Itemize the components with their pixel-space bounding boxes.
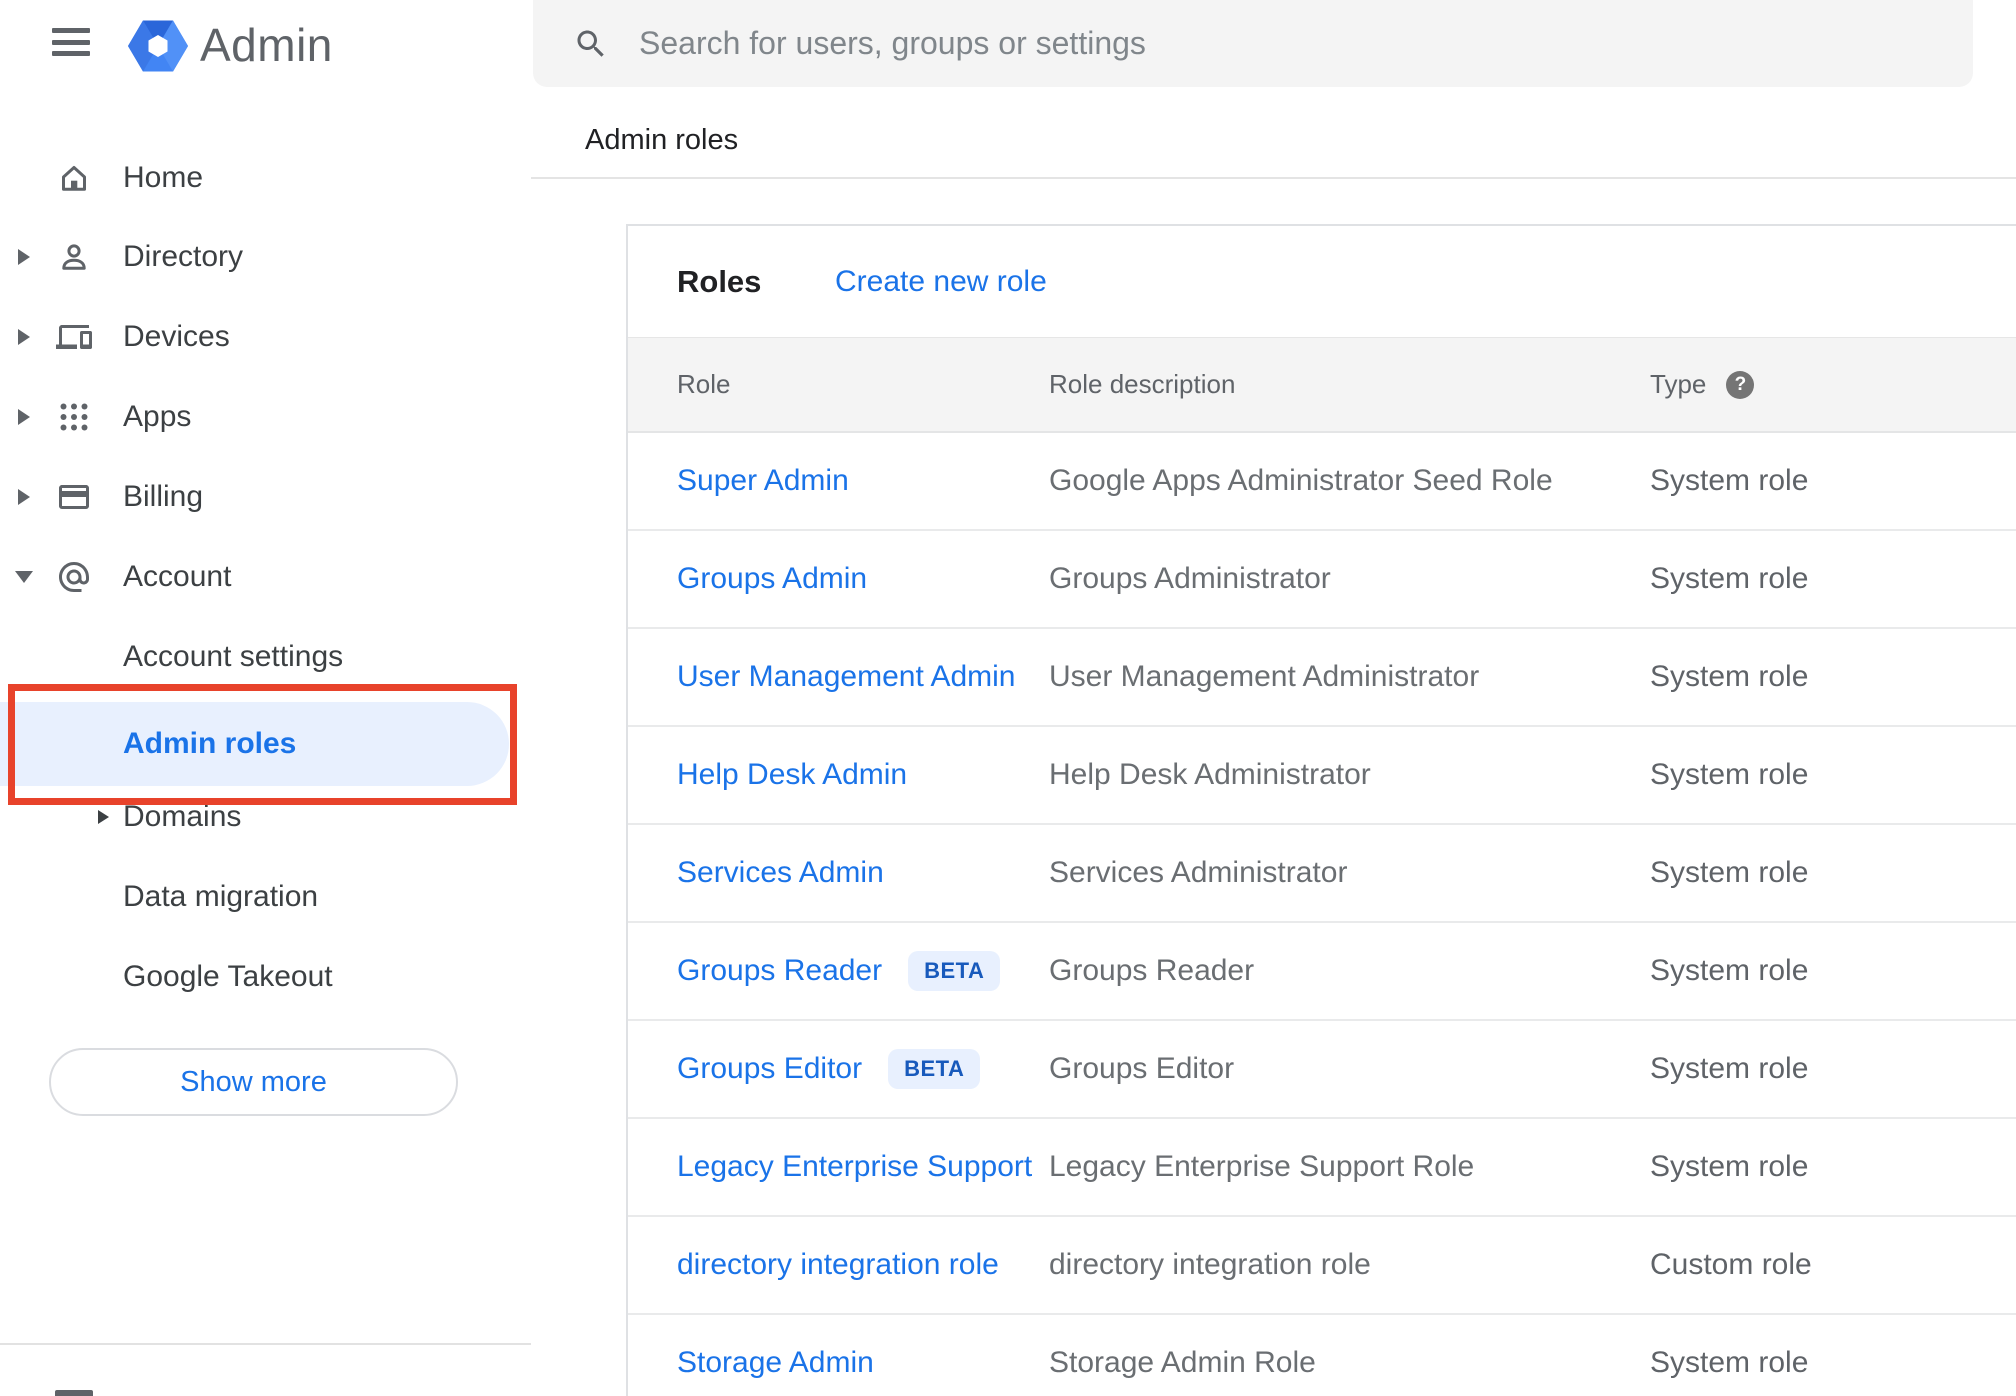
role-link[interactable]: Services Admin — [677, 856, 884, 890]
column-header-role: Role — [677, 369, 731, 399]
table-row: Help Desk Admin Help Desk Administrator … — [628, 727, 2016, 825]
table-row: Super Admin Google Apps Administrator Se… — [628, 433, 2016, 531]
roles-table-body: Super Admin Google Apps Administrator Se… — [628, 433, 2016, 1396]
table-row: User Management Admin User Management Ad… — [628, 629, 2016, 727]
role-link[interactable]: Groups Editor — [677, 1052, 862, 1086]
sidebar-divider — [0, 1343, 531, 1345]
account-icon — [56, 559, 92, 595]
sidebar-item-account[interactable]: Account — [0, 537, 531, 617]
role-link[interactable]: Legacy Enterprise Support — [677, 1150, 1032, 1184]
role-type: System role — [1650, 1346, 1809, 1379]
sidebar-item-label: Home — [123, 161, 204, 194]
role-link[interactable]: Super Admin — [677, 464, 849, 498]
sidebar-item-admin-roles[interactable]: Admin roles — [0, 702, 531, 786]
role-description: Groups Reader — [1049, 954, 1255, 987]
table-row: Services Admin Services Administrator Sy… — [628, 825, 2016, 923]
role-type: System role — [1650, 562, 1809, 595]
admin-logo-icon — [128, 18, 188, 74]
role-description: Services Administrator — [1049, 856, 1348, 889]
sidebar-item-label: Domains — [123, 800, 242, 833]
devices-icon — [56, 319, 92, 355]
column-header-description: Role description — [1049, 369, 1236, 399]
table-row: Groups Admin Groups Administrator System… — [628, 531, 2016, 629]
role-type: System role — [1650, 1150, 1809, 1183]
show-more-button[interactable]: Show more — [49, 1048, 458, 1116]
app-title: Admin — [200, 19, 333, 71]
breadcrumb: Admin roles — [585, 123, 739, 156]
beta-badge: BETA — [908, 951, 1001, 991]
role-type: System role — [1650, 1052, 1809, 1085]
role-link[interactable]: User Management Admin — [677, 660, 1016, 694]
role-link[interactable]: Help Desk Admin — [677, 758, 907, 792]
sidebar-item-home[interactable]: Home — [0, 138, 531, 218]
chevron-right-icon — [98, 810, 109, 824]
sidebar-item-label: Devices — [123, 320, 230, 353]
role-type: Custom role — [1650, 1248, 1812, 1281]
role-description: Groups Editor — [1049, 1052, 1235, 1085]
help-icon[interactable]: ? — [1726, 370, 1755, 399]
roles-panel: Roles Create new role Role Role descript… — [626, 224, 2016, 1396]
sidebar-item-label: Billing — [123, 480, 204, 513]
role-description: Legacy Enterprise Support Role — [1049, 1150, 1475, 1183]
role-link[interactable]: Storage Admin — [677, 1346, 874, 1380]
sidebar-item-label: Admin roles — [123, 727, 297, 760]
sidebar-item-apps[interactable]: Apps — [0, 377, 531, 457]
sidebar-item-account-settings[interactable]: Account settings — [0, 617, 531, 697]
role-description: directory integration role — [1049, 1248, 1371, 1281]
apps-icon — [56, 399, 92, 435]
admin-console-screen: Admin Home Directory Devices Apps Billin… — [0, 0, 2016, 1396]
role-description: Help Desk Administrator — [1049, 758, 1371, 791]
search-input[interactable] — [637, 24, 1943, 63]
column-header-type: Type — [1650, 369, 1707, 399]
home-icon — [56, 160, 92, 196]
role-type: System role — [1650, 464, 1809, 497]
table-row: Groups Reader BETA Groups Reader System … — [628, 923, 2016, 1021]
sidebar-item-google-takeout[interactable]: Google Takeout — [0, 937, 531, 1017]
sidebar: Admin Home Directory Devices Apps Billin… — [0, 0, 531, 1396]
sidebar-item-directory[interactable]: Directory — [0, 217, 531, 297]
table-row: directory integration role directory int… — [628, 1217, 2016, 1315]
directory-icon — [56, 239, 92, 275]
sidebar-item-label: Apps — [123, 400, 192, 433]
role-description: Storage Admin Role — [1049, 1346, 1316, 1379]
create-new-role-link[interactable]: Create new role — [835, 265, 1047, 299]
role-type: System role — [1650, 660, 1809, 693]
header-divider — [531, 177, 2016, 179]
sidebar-item-label: Account — [123, 560, 232, 593]
roles-table-header: Role Role description Type ? — [628, 337, 2016, 433]
chevron-right-icon — [18, 249, 30, 265]
beta-badge: BETA — [888, 1049, 981, 1089]
sidebar-item-label: Data migration — [123, 880, 319, 913]
sidebar-item-label: Account settings — [123, 640, 344, 673]
sidebar-item-data-migration[interactable]: Data migration — [0, 857, 531, 937]
search-bar — [533, 0, 1973, 87]
chevron-right-icon — [18, 329, 30, 345]
sidebar-item-label: Google Takeout — [123, 960, 333, 993]
table-row: Storage Admin Storage Admin Role System … — [628, 1315, 2016, 1396]
sidebar-item-label: Directory — [123, 240, 244, 273]
table-row: Groups Editor BETA Groups Editor System … — [628, 1021, 2016, 1119]
sidebar-item-devices[interactable]: Devices — [0, 297, 531, 377]
sidebar-item-domains[interactable]: Domains — [0, 777, 531, 857]
panel-title: Roles — [677, 263, 762, 299]
role-type: System role — [1650, 954, 1809, 987]
chevron-right-icon — [18, 489, 30, 505]
role-description: Google Apps Administrator Seed Role — [1049, 464, 1553, 497]
table-row: Legacy Enterprise Support Legacy Enterpr… — [628, 1119, 2016, 1217]
role-type: System role — [1650, 758, 1809, 791]
sidebar-item-billing[interactable]: Billing — [0, 457, 531, 537]
search-icon — [573, 26, 609, 62]
billing-icon — [56, 479, 92, 515]
clipped-sidebar-icon — [55, 1390, 93, 1396]
roles-panel-header: Roles Create new role — [628, 226, 2016, 337]
hamburger-menu-icon[interactable] — [52, 28, 90, 56]
role-link[interactable]: Groups Admin — [677, 562, 867, 596]
role-description: User Management Administrator — [1049, 660, 1480, 693]
role-description: Groups Administrator — [1049, 562, 1331, 595]
chevron-right-icon — [18, 409, 30, 425]
chevron-down-icon — [15, 571, 33, 583]
role-type: System role — [1650, 856, 1809, 889]
role-link[interactable]: directory integration role — [677, 1248, 999, 1282]
role-link[interactable]: Groups Reader — [677, 954, 882, 988]
